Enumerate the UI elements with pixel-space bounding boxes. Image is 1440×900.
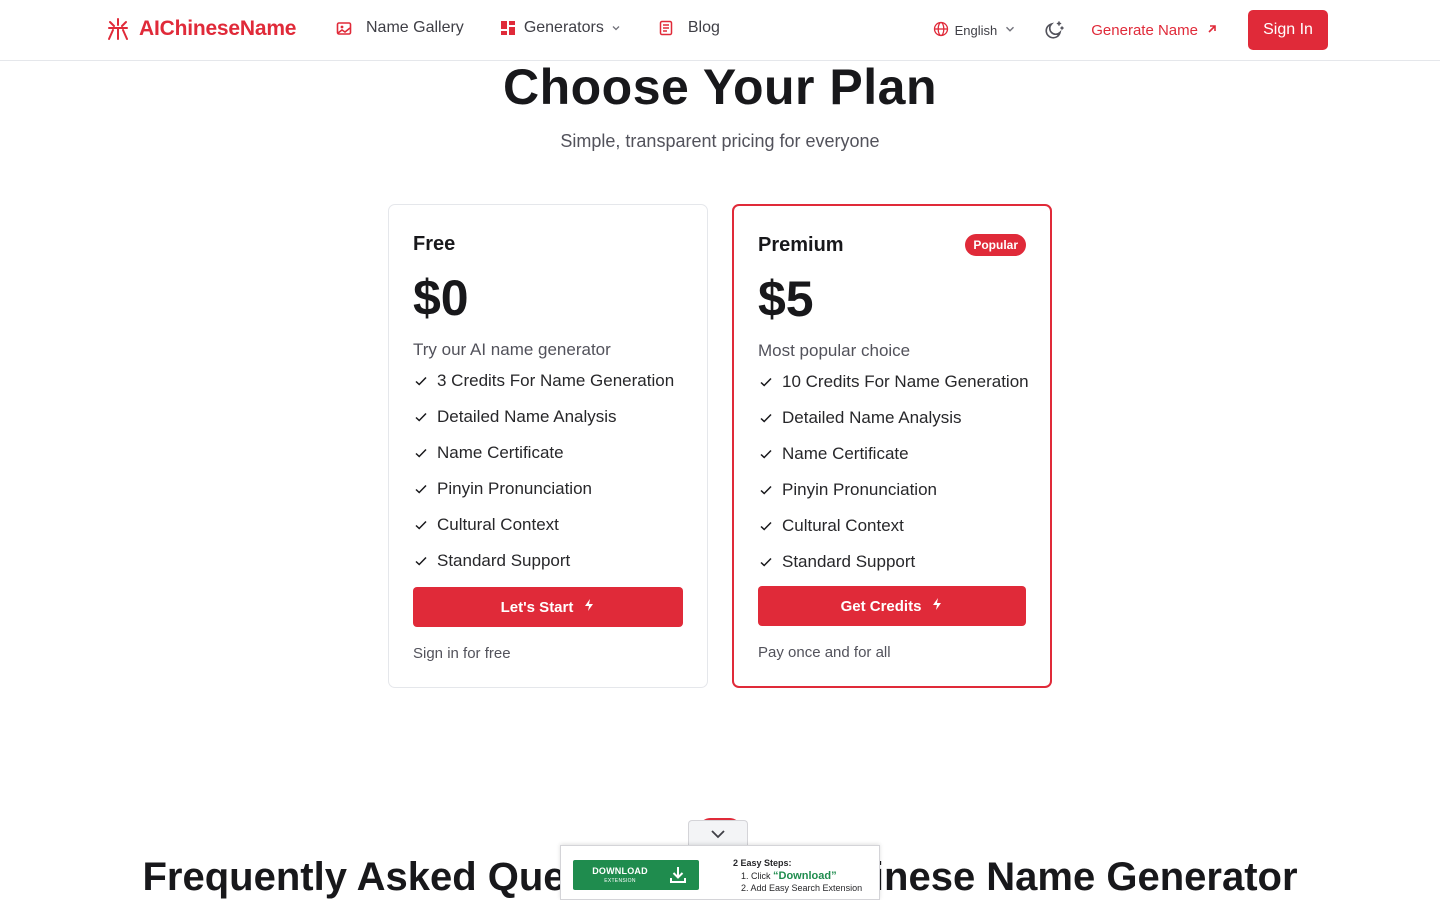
feature-item: Pinyin Pronunciation (758, 472, 1029, 508)
check-icon (758, 518, 774, 534)
plan-description: Try our AI name generator (413, 340, 611, 359)
cta-label: Let's Start (500, 598, 574, 616)
arrow-up-right-icon (1206, 22, 1218, 39)
cta-label: Get Credits (840, 597, 922, 615)
generate-name-label: Generate Name (1091, 21, 1198, 39)
feature-label: Standard Support (782, 552, 916, 571)
plan-name: Premium (758, 234, 844, 256)
ad-collapse-tab[interactable] (688, 820, 748, 848)
feature-label: Pinyin Pronunciation (437, 479, 592, 498)
feature-label: Detailed Name Analysis (782, 408, 962, 427)
check-icon (758, 482, 774, 498)
plan-description: Most popular choice (758, 341, 911, 360)
sign-in-button[interactable]: Sign In (1248, 10, 1328, 50)
main-nav: Name Gallery Generators Blog (336, 19, 756, 37)
plan-card-free: Free $0 Try our AI name generator 3 Cred… (388, 204, 708, 688)
language-label: English (954, 22, 998, 38)
gallery-icon (336, 20, 352, 36)
header-actions: English Generate Name Sign In (933, 10, 1328, 50)
language-selector[interactable]: English (933, 21, 1018, 40)
feature-label: Cultural Context (782, 516, 904, 535)
chevron-down-icon (610, 22, 622, 34)
feature-label: Name Certificate (437, 443, 564, 462)
lets-start-button[interactable]: Let's Start (413, 587, 683, 627)
ad-steps: 2 Easy Steps: 1. Click “Download” 2. Add… (733, 857, 862, 895)
feature-label: Detailed Name Analysis (437, 407, 617, 426)
feature-item: Name Certificate (758, 436, 1029, 472)
ad-step-1: 1. Click “Download” (733, 870, 862, 883)
check-icon (413, 481, 429, 497)
feature-item: 3 Credits For Name Generation (413, 363, 674, 399)
plan-name: Free (413, 233, 456, 255)
check-icon (758, 374, 774, 390)
check-icon (413, 517, 429, 533)
ad-button-sub: EXTENSION (604, 877, 636, 884)
feature-label: Pinyin Pronunciation (782, 480, 937, 499)
document-icon (658, 20, 674, 36)
ad-steps-title: 2 Easy Steps: (733, 858, 792, 868)
lightning-icon (583, 598, 595, 616)
nav-name-gallery[interactable]: Name Gallery (336, 19, 464, 37)
site-header: AIChineseName Name Gallery Generators Bl… (0, 0, 1440, 61)
feature-item: Standard Support (413, 543, 674, 579)
grid-icon (500, 20, 516, 36)
get-credits-button[interactable]: Get Credits (758, 586, 1026, 626)
check-icon (758, 554, 774, 570)
ad-step-2: 2. Add Easy Search Extension (741, 883, 863, 893)
plan-price: $0 (413, 270, 469, 326)
feature-label: Cultural Context (437, 515, 559, 534)
feature-item: 10 Credits For Name Generation (758, 364, 1029, 400)
chevron-down-icon (710, 826, 726, 844)
plan-price: $5 (758, 271, 814, 327)
feature-item: Pinyin Pronunciation (413, 471, 674, 507)
feature-label: Standard Support (437, 551, 571, 570)
lightning-icon (931, 597, 943, 615)
nav-blog[interactable]: Blog (658, 19, 720, 37)
ad-step-1-prefix: 1. Click (741, 870, 774, 881)
check-icon (413, 373, 429, 389)
ad-button-text: DOWNLOAD EXTENSION (573, 865, 667, 884)
feature-label: Name Certificate (782, 444, 909, 463)
brand-logo[interactable]: AIChineseName (107, 17, 296, 41)
plan-card-premium: Premium Popular $5 Most popular choice 1… (732, 204, 1052, 688)
chevron-down-icon (1003, 22, 1017, 39)
nav-label: Generators (523, 19, 604, 36)
feature-list: 10 Credits For Name Generation Detailed … (758, 364, 1029, 580)
ad-step-1-highlight: “Download” (773, 869, 837, 882)
ad-button-main: DOWNLOAD (592, 865, 648, 876)
logo-glyph-icon (107, 17, 129, 41)
brand-name: AIChineseName (139, 17, 297, 40)
download-icon (667, 864, 689, 886)
download-extension-button[interactable]: DOWNLOAD EXTENSION (573, 860, 699, 890)
generate-name-link[interactable]: Generate Name (1091, 22, 1218, 39)
extension-ad-banner: DOWNLOAD EXTENSION 2 Easy Steps: 1. Clic… (560, 845, 880, 900)
feature-item: Cultural Context (413, 507, 674, 543)
theme-toggle-moon-icon[interactable] (1043, 19, 1065, 41)
feature-label: 10 Credits For Name Generation (782, 372, 1029, 391)
page-title: Choose Your Plan (502, 59, 937, 115)
feature-list: 3 Credits For Name Generation Detailed N… (413, 363, 674, 579)
check-icon (413, 409, 429, 425)
plan-footnote: Pay once and for all (758, 644, 891, 661)
feature-item: Cultural Context (758, 508, 1029, 544)
feature-item: Detailed Name Analysis (413, 399, 674, 435)
nav-label: Blog (687, 19, 720, 36)
nav-label: Name Gallery (366, 19, 464, 36)
globe-icon (933, 21, 949, 40)
check-icon (758, 446, 774, 462)
feature-label: 3 Credits For Name Generation (437, 371, 675, 390)
check-icon (413, 445, 429, 461)
feature-item: Detailed Name Analysis (758, 400, 1029, 436)
plan-footnote: Sign in for free (413, 645, 511, 662)
feature-item: Standard Support (758, 544, 1029, 580)
feature-item: Name Certificate (413, 435, 674, 471)
popular-badge: Popular (965, 234, 1026, 256)
check-icon (758, 410, 774, 426)
check-icon (413, 553, 429, 569)
page-subtitle: Simple, transparent pricing for everyone (560, 131, 880, 151)
nav-generators[interactable]: Generators (500, 19, 622, 37)
